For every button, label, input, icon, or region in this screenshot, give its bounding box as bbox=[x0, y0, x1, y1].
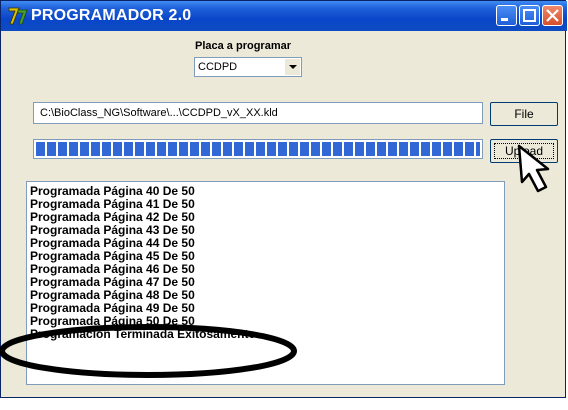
app-logo-icon bbox=[8, 7, 28, 25]
dropdown-arrow[interactable] bbox=[284, 59, 300, 75]
maximize-button[interactable] bbox=[519, 5, 540, 26]
upload-progress-bar bbox=[33, 139, 483, 159]
close-button[interactable] bbox=[542, 5, 563, 26]
upload-button[interactable]: Upload bbox=[490, 139, 558, 163]
board-select-label: Placa a programar bbox=[195, 40, 291, 52]
maximize-icon bbox=[523, 9, 536, 22]
file-path-field[interactable]: C:\BioClass_NG\Software\...\CCDPD_vX_XX.… bbox=[33, 102, 483, 124]
file-path-value: C:\BioClass_NG\Software\...\CCDPD_vX_XX.… bbox=[40, 107, 278, 119]
title-bar[interactable]: PROGRAMADOR 2.0 bbox=[1, 1, 567, 31]
file-button[interactable]: File bbox=[490, 102, 558, 126]
chevron-down-icon bbox=[289, 65, 297, 69]
upload-button-label: Upload bbox=[504, 144, 544, 158]
log-line: Programación Terminada Exitosamente bbox=[30, 327, 256, 341]
close-icon bbox=[546, 9, 559, 22]
programming-log[interactable]: Programada Página 40 De 50 Programada Pág… bbox=[26, 181, 505, 385]
board-select-value: CCDPD bbox=[198, 61, 238, 73]
minimize-icon bbox=[501, 18, 508, 21]
minimize-button[interactable] bbox=[496, 5, 517, 26]
board-select[interactable]: CCDPD bbox=[194, 57, 302, 77]
progress-fill bbox=[36, 142, 480, 156]
programmer-window: PROGRAMADOR 2.0 Placa a programar CCDPD … bbox=[0, 0, 567, 398]
window-title: PROGRAMADOR 2.0 bbox=[31, 7, 192, 24]
